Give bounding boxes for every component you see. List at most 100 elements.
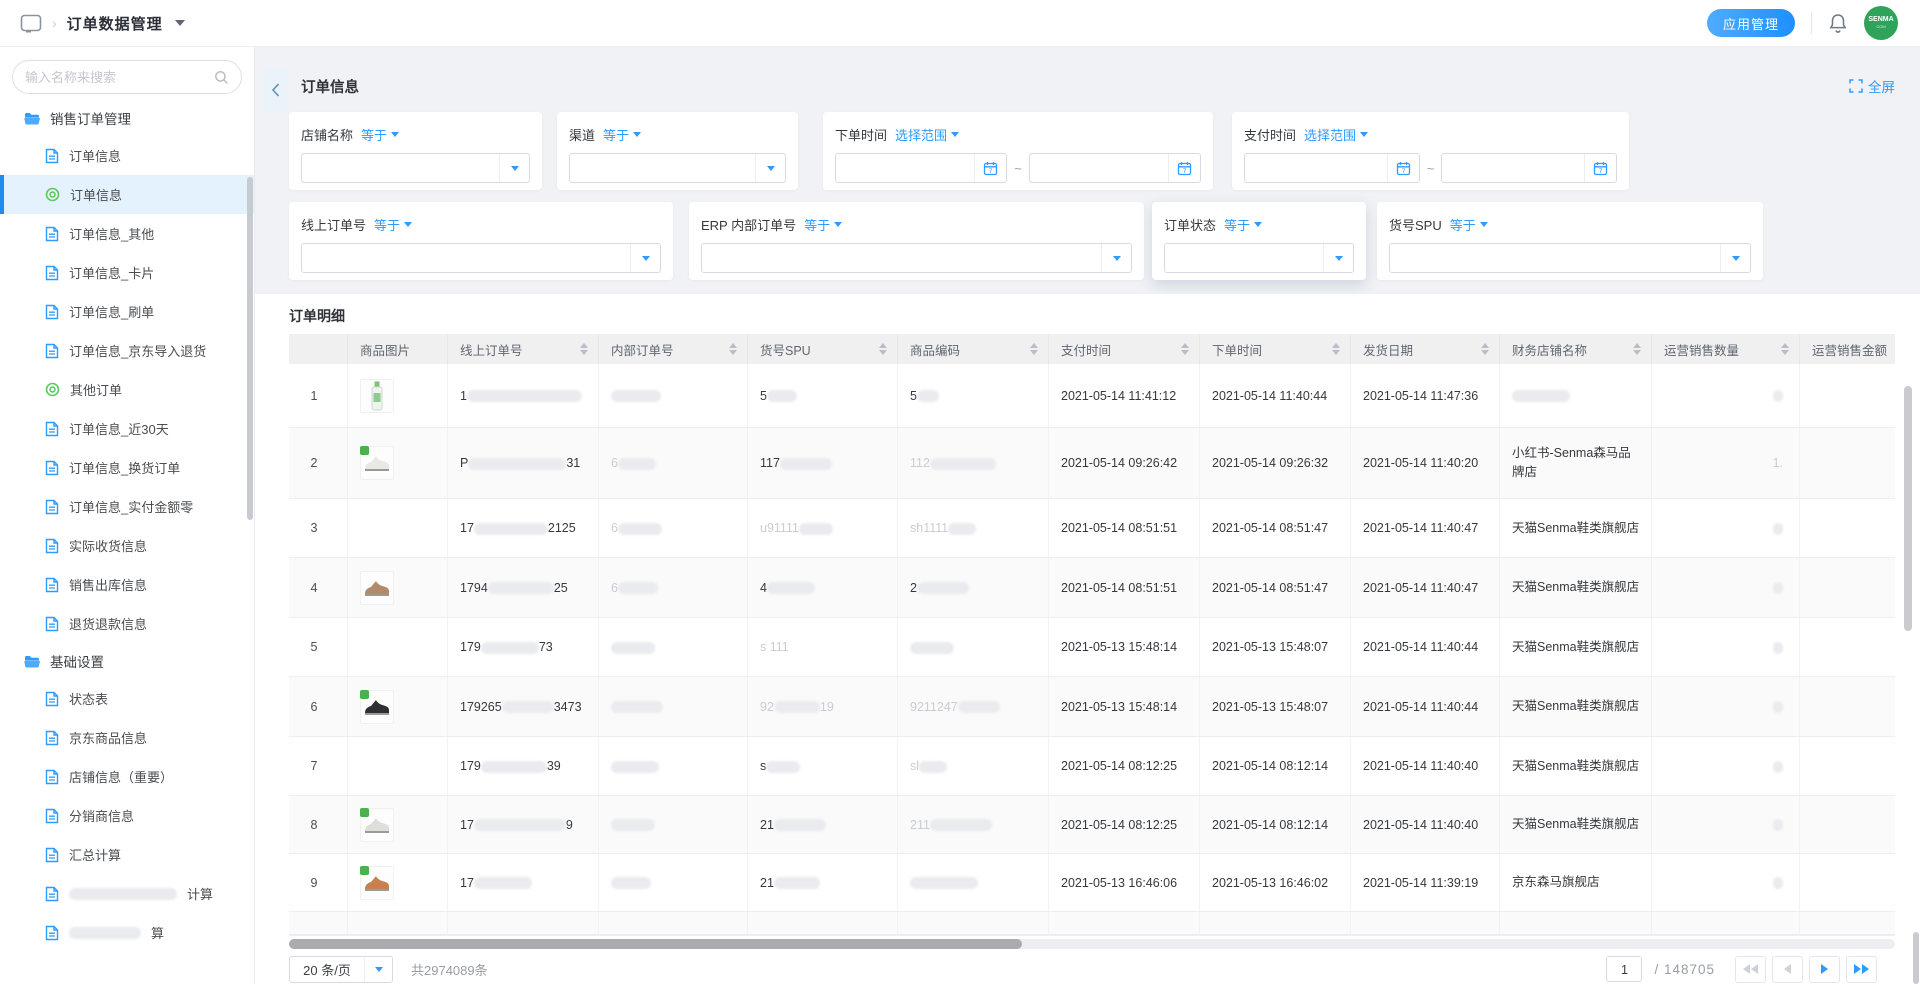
filter-operator-dropdown[interactable]: 等于 [603,125,641,144]
sidebar-item[interactable]: 退货退款信息 [0,604,254,643]
filter-value-select[interactable] [1389,243,1751,273]
table-cell [348,737,448,795]
date-input-start[interactable]: 7 [835,153,1007,183]
sidebar-item[interactable]: 订单信息_换货订单 [0,448,254,487]
sort-icon[interactable] [879,343,887,355]
sidebar-item[interactable]: 京东商品信息 [0,718,254,757]
sidebar-item[interactable]: 汇总计算 [0,835,254,874]
search-input[interactable] [25,70,214,85]
sidebar-item[interactable]: 算 [0,913,254,946]
page-breadcrumb-title[interactable]: 订单数据管理 [67,13,163,34]
column-header[interactable]: 运营销售数量 [1652,334,1800,364]
filter-operator-dropdown[interactable]: 等于 [374,215,412,234]
column-header[interactable]: 商品图片 [348,334,448,364]
sidebar-item[interactable]: 实际收货信息 [0,526,254,565]
column-header[interactable]: 发货日期 [1351,334,1500,364]
filter-operator-dropdown[interactable]: 等于 [804,215,842,234]
product-image[interactable] [360,379,394,413]
last-page-button[interactable] [1846,956,1877,983]
sort-icon[interactable] [1030,343,1038,355]
window-icon[interactable] [20,14,42,33]
sidebar-item[interactable]: 订单信息_其他 [0,214,254,253]
filter-value-select[interactable] [301,243,661,273]
filter-value-select[interactable] [569,153,786,183]
filter-operator-dropdown[interactable]: 等于 [361,125,399,144]
horizontal-scrollbar-thumb[interactable] [289,939,1022,949]
column-header[interactable]: 货号SPU [748,334,898,364]
bell-icon[interactable] [1828,12,1848,34]
sort-icon[interactable] [1481,343,1489,355]
app-manage-button[interactable]: 应用管理 [1707,9,1795,37]
table-row[interactable]: 11552021-05-14 11:41:122021-05-14 11:40:… [289,364,1895,428]
page-size-select[interactable]: 20 条/页 [289,956,393,983]
sidebar-scrollbar[interactable] [247,177,253,520]
column-header[interactable]: 支付时间 [1049,334,1200,364]
product-image[interactable] [360,571,394,605]
title-caret-icon[interactable] [175,20,185,26]
first-page-button[interactable] [1735,956,1766,983]
sidebar-item[interactable]: 状态表 [0,679,254,718]
filter-value-select[interactable] [301,153,530,183]
column-header[interactable]: 线上订单号 [448,334,599,364]
sidebar-search[interactable] [12,60,242,94]
sort-icon[interactable] [1781,343,1789,355]
sidebar-item[interactable]: 订单信息_刷单 [0,292,254,331]
table-row[interactable]: 8179212112021-05-14 08:12:252021-05-14 0… [289,796,1895,854]
date-input-start[interactable]: 7 [1244,153,1420,183]
date-input-end[interactable]: 7 [1441,153,1617,183]
prev-page-button[interactable] [1772,956,1803,983]
filter-operator-dropdown[interactable]: 等于 [1450,215,1488,234]
sidebar-item[interactable]: 计算 [0,874,254,913]
sidebar-item[interactable]: 订单信息 [0,136,254,175]
sidebar-item[interactable]: 其他订单 [0,370,254,409]
sidebar-item[interactable]: 订单信息_近30天 [0,409,254,448]
avatar[interactable]: SENMA COM [1864,6,1898,40]
column-header[interactable]: 财务店铺名称 [1500,334,1652,364]
sidebar-group-1[interactable]: 基础设置 [0,643,254,679]
product-image[interactable] [360,690,394,724]
table-row[interactable]: 31721256u91111sh11112021-05-14 08:51:512… [289,499,1895,558]
filter-value-select[interactable] [1164,243,1354,273]
collapse-panel-button[interactable] [262,68,288,112]
filter-operator-dropdown[interactable]: 选择范围 [1304,125,1368,144]
column-header[interactable]: 运营销售金额 [1800,334,1895,364]
sort-icon[interactable] [1181,343,1189,355]
sidebar-item[interactable]: 订单信息_京东导入退货 [0,331,254,370]
vertical-scrollbar-thumb[interactable] [1904,386,1912,631]
page-scrollbar-thumb[interactable] [1913,932,1919,984]
product-image[interactable] [360,446,394,480]
sidebar-item[interactable]: 订单信息 [0,175,254,214]
filter-operator-dropdown[interactable]: 等于 [1224,215,1262,234]
next-page-button[interactable] [1809,956,1840,983]
sidebar-item[interactable]: 店铺信息（重要） [0,757,254,796]
fullscreen-button[interactable]: 全屏 [1849,76,1895,96]
table-row[interactable]: 717939ssl2021-05-14 08:12:252021-05-14 0… [289,737,1895,796]
horizontal-scrollbar-track[interactable] [289,939,1895,949]
table-row[interactable]: 517973s 1112021-05-13 15:48:142021-05-13… [289,618,1895,677]
filter-value-select[interactable] [701,243,1132,273]
sidebar-item[interactable]: 订单信息_卡片 [0,253,254,292]
ship-date: 2021-05-14 11:40:47 [1363,581,1478,595]
search-icon[interactable] [214,70,229,85]
table-row[interactable]: 41794256422021-05-14 08:51:512021-05-14 … [289,558,1895,618]
product-image[interactable] [360,808,394,842]
sort-icon[interactable] [729,343,737,355]
column-header[interactable]: 内部订单号 [599,334,748,364]
sidebar-item[interactable]: 订单信息_实付金额零 [0,487,254,526]
sort-icon[interactable] [1332,343,1340,355]
column-header[interactable] [289,334,348,364]
sidebar-group-0[interactable]: 销售订单管理 [0,100,254,136]
product-image[interactable] [360,866,394,900]
sidebar-item[interactable]: 分销商信息 [0,796,254,835]
column-header[interactable]: 下单时间 [1200,334,1351,364]
page-number-input[interactable] [1606,956,1642,982]
filter-operator-dropdown[interactable]: 选择范围 [895,125,959,144]
table-row[interactable]: 2P3161171122021-05-14 09:26:422021-05-14… [289,428,1895,499]
sidebar-item[interactable]: 销售出库信息 [0,565,254,604]
sort-icon[interactable] [580,343,588,355]
sort-icon[interactable] [1633,343,1641,355]
table-row[interactable]: 917212021-05-13 16:46:062021-05-13 16:46… [289,854,1895,912]
column-header[interactable]: 商品编码 [898,334,1049,364]
date-input-end[interactable]: 7 [1029,153,1201,183]
table-row[interactable]: 61792653473921992112472021-05-13 15:48:1… [289,677,1895,737]
